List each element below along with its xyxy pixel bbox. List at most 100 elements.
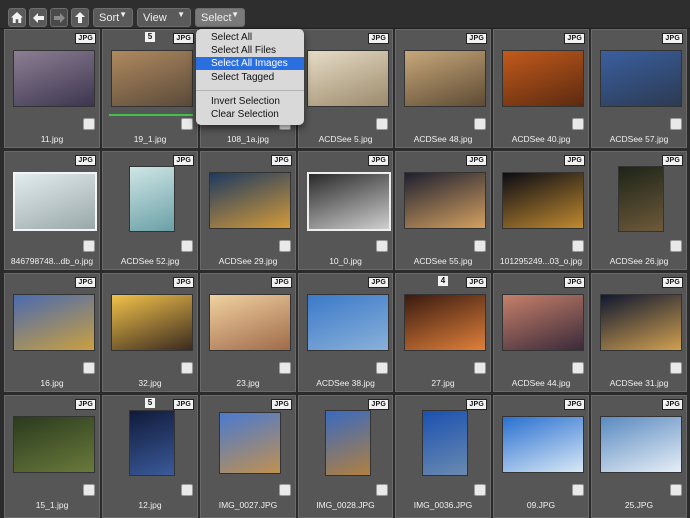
view-label: View [143, 11, 167, 24]
image-thumbnail[interactable] [422, 410, 468, 476]
tag-checkbox[interactable] [474, 484, 486, 496]
thumbnail-cell[interactable]: JPG ACDSee 52.jpg [102, 151, 198, 270]
tag-checkbox[interactable] [572, 362, 584, 374]
tag-checkbox[interactable] [474, 362, 486, 374]
tag-checkbox[interactable] [83, 362, 95, 374]
thumbnail-cell[interactable]: JPG 101295249...03_o.jpg [493, 151, 589, 270]
back-button[interactable] [29, 8, 47, 27]
thumbnail-cell[interactable]: JPG 5 19_1.jpg [102, 29, 198, 148]
tag-checkbox[interactable] [279, 484, 291, 496]
sort-dropdown[interactable]: Sort ▼ [93, 8, 133, 27]
thumbnail-cell[interactable]: JPG IMG_0027.JPG [200, 395, 296, 518]
image-thumbnail[interactable] [502, 294, 584, 351]
image-thumbnail[interactable] [404, 172, 486, 229]
image-thumbnail[interactable] [13, 416, 95, 473]
image-thumbnail[interactable] [502, 172, 584, 229]
file-name: ACDSee 55.jpg [413, 256, 473, 266]
menu-item-clear-selection[interactable]: Clear Selection [196, 108, 304, 121]
tag-checkbox[interactable] [572, 484, 584, 496]
image-thumbnail[interactable] [13, 172, 97, 231]
tag-checkbox[interactable] [279, 240, 291, 252]
image-thumbnail[interactable] [502, 50, 584, 107]
thumbnail-cell[interactable]: JPG ACDSee 31.jpg [591, 273, 687, 392]
thumbnail-cell[interactable]: JPG 4 27.jpg [395, 273, 491, 392]
tag-checkbox[interactable] [670, 362, 682, 374]
tag-checkbox[interactable] [376, 240, 388, 252]
forward-button[interactable] [50, 8, 68, 27]
thumbnail-cell[interactable]: JPG ACDSee 38.jpg [298, 273, 393, 392]
image-thumbnail[interactable] [618, 166, 664, 232]
menu-item-select-tagged[interactable]: Select Tagged [196, 71, 304, 84]
image-thumbnail[interactable] [111, 294, 193, 351]
image-thumbnail[interactable] [13, 294, 95, 351]
tag-checkbox[interactable] [83, 484, 95, 496]
select-dropdown[interactable]: Select ▼ [195, 8, 245, 27]
image-thumbnail[interactable] [129, 410, 175, 476]
tag-checkbox[interactable] [572, 118, 584, 130]
tag-checkbox[interactable] [181, 118, 193, 130]
thumbnail-cell[interactable]: JPG 25.JPG [591, 395, 687, 518]
thumbnail-cell[interactable]: JPG 15_1.jpg [4, 395, 100, 518]
thumbnail-cell[interactable]: JPG ACDSee 29.jpg [200, 151, 296, 270]
thumbnail-cell[interactable]: JPG IMG_0028.JPG [298, 395, 393, 518]
view-dropdown[interactable]: View ▼ [137, 8, 191, 27]
tag-checkbox[interactable] [670, 240, 682, 252]
thumbnail-cell[interactable]: JPG 32.jpg [102, 273, 198, 392]
image-thumbnail[interactable] [209, 294, 291, 351]
tag-checkbox[interactable] [279, 362, 291, 374]
file-name: 23.jpg [236, 378, 260, 388]
thumbnail-cell[interactable]: JPG 11.jpg [4, 29, 100, 148]
menu-item-invert-selection[interactable]: Invert Selection [196, 95, 304, 108]
home-button[interactable] [8, 8, 26, 27]
tag-checkbox[interactable] [670, 484, 682, 496]
thumbnail-cell[interactable]: JPG 10_0.jpg [298, 151, 393, 270]
image-thumbnail[interactable] [307, 294, 389, 351]
image-thumbnail[interactable] [307, 50, 389, 107]
tag-checkbox[interactable] [181, 240, 193, 252]
tag-checkbox[interactable] [376, 118, 388, 130]
tag-checkbox[interactable] [83, 118, 95, 130]
thumbnail-cell[interactable]: JPG 09.JPG [493, 395, 589, 518]
file-type-badge: JPG [271, 155, 292, 166]
tag-checkbox[interactable] [181, 362, 193, 374]
up-button[interactable] [71, 8, 89, 27]
image-thumbnail[interactable] [209, 172, 291, 229]
tag-checkbox[interactable] [670, 118, 682, 130]
thumbnail-cell[interactable]: JPG ACDSee 5.jpg [298, 29, 393, 148]
menu-item-select-all-images[interactable]: Select All Images [196, 57, 304, 70]
image-thumbnail[interactable] [404, 294, 486, 351]
file-name: ACDSee 5.jpg [318, 134, 373, 144]
tag-checkbox[interactable] [376, 362, 388, 374]
tag-checkbox[interactable] [572, 240, 584, 252]
tag-checkbox[interactable] [181, 484, 193, 496]
thumbnail-cell[interactable]: JPG 5 12.jpg [102, 395, 198, 518]
image-thumbnail[interactable] [111, 50, 193, 107]
menu-item-select-all-files[interactable]: Select All Files [196, 44, 304, 57]
thumbnail-cell[interactable]: JPG IMG_0036.JPG [395, 395, 491, 518]
thumbnail-cell[interactable]: JPG ACDSee 44.jpg [493, 273, 589, 392]
tag-checkbox[interactable] [474, 118, 486, 130]
thumbnail-cell[interactable]: JPG 16.jpg [4, 273, 100, 392]
image-thumbnail[interactable] [325, 410, 371, 476]
file-name: 32.jpg [138, 378, 162, 388]
image-thumbnail[interactable] [13, 50, 95, 107]
image-thumbnail[interactable] [600, 50, 682, 107]
thumbnail-cell[interactable]: JPG 23.jpg [200, 273, 296, 392]
thumbnail-cell[interactable]: JPG ACDSee 57.jpg [591, 29, 687, 148]
image-thumbnail[interactable] [600, 416, 682, 473]
image-thumbnail[interactable] [600, 294, 682, 351]
image-thumbnail[interactable] [219, 412, 281, 474]
image-thumbnail[interactable] [307, 172, 391, 231]
image-thumbnail[interactable] [129, 166, 175, 232]
thumbnail-cell[interactable]: JPG ACDSee 55.jpg [395, 151, 491, 270]
tag-checkbox[interactable] [83, 240, 95, 252]
thumbnail-cell[interactable]: JPG ACDSee 40.jpg [493, 29, 589, 148]
thumbnail-cell[interactable]: JPG ACDSee 48.jpg [395, 29, 491, 148]
thumbnail-cell[interactable]: JPG 846798748...db_o.jpg [4, 151, 100, 270]
menu-item-select-all[interactable]: Select All [196, 31, 304, 44]
tag-checkbox[interactable] [474, 240, 486, 252]
image-thumbnail[interactable] [404, 50, 486, 107]
image-thumbnail[interactable] [502, 416, 584, 473]
thumbnail-cell[interactable]: JPG ACDSee 26.jpg [591, 151, 687, 270]
tag-checkbox[interactable] [376, 484, 388, 496]
